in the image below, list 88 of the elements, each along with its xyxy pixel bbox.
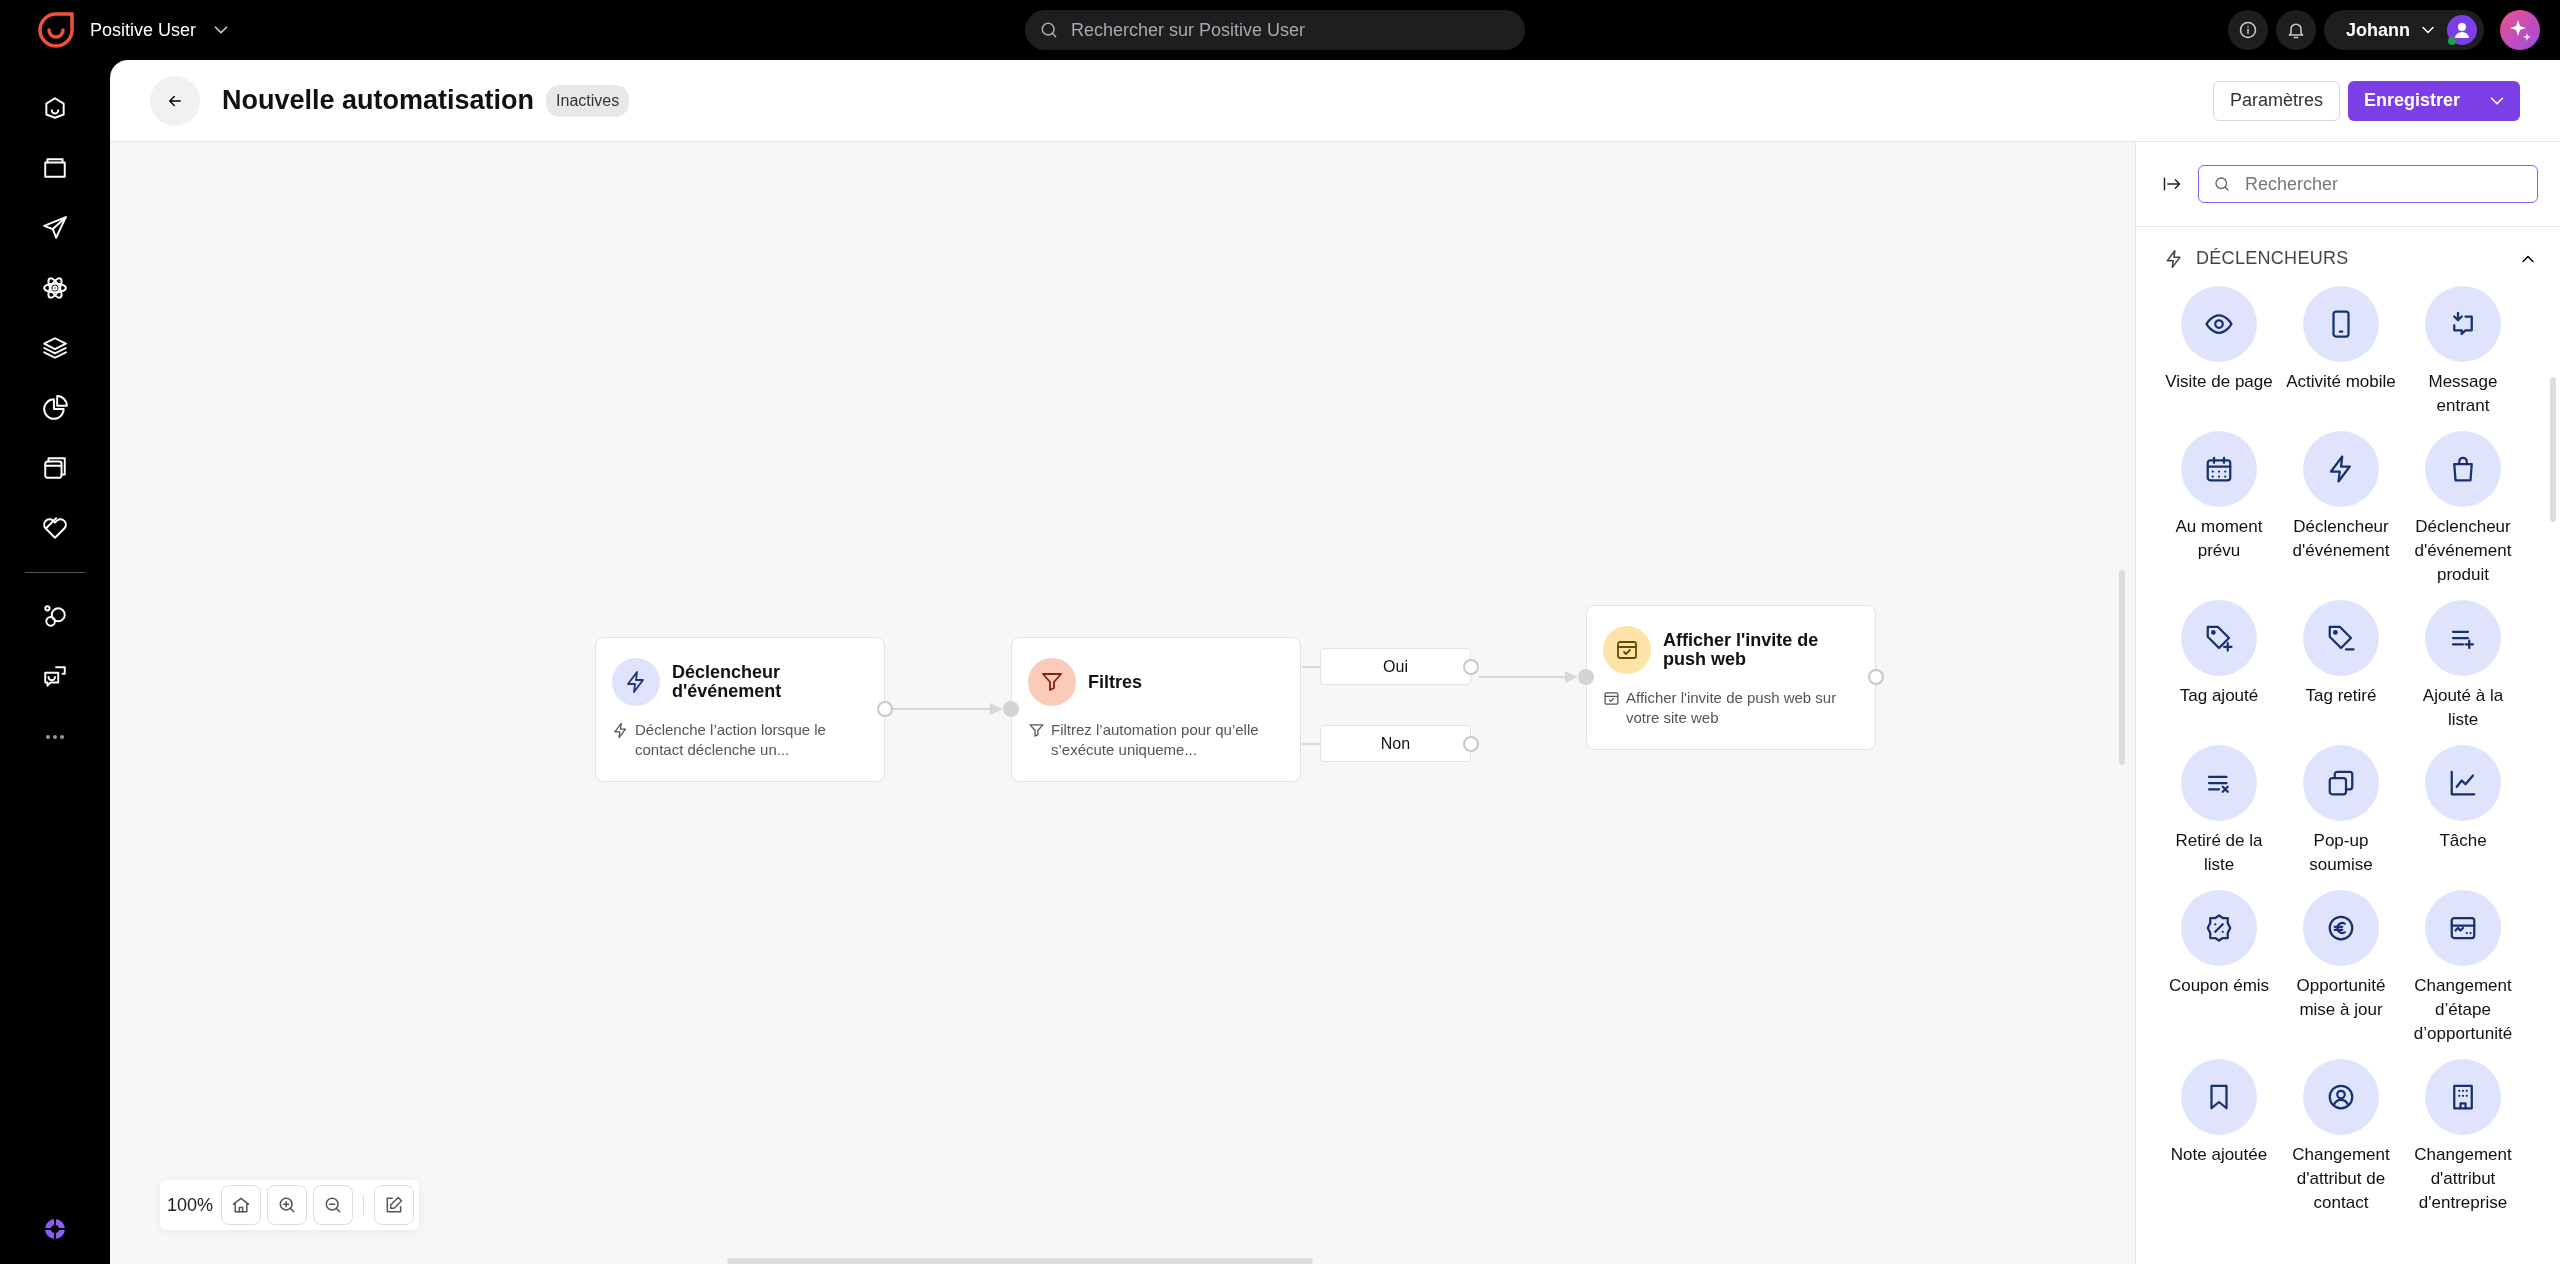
- paper-plane-icon: [42, 215, 68, 241]
- search-input[interactable]: Rechercher sur Positive User: [1069, 15, 1511, 45]
- trigger-item[interactable]: Tag retiré: [2280, 600, 2402, 732]
- node-description: Filtrez l’automation pour qu’elle s’exécute uniqueme...: [1051, 720, 1260, 761]
- avatar-icon: [2446, 14, 2478, 46]
- page-title: Nouvelle automatisation: [222, 84, 535, 118]
- lightning-icon: [612, 722, 629, 739]
- atom-icon: [42, 275, 68, 301]
- percent-badge-icon: [2204, 913, 2234, 943]
- workspace-name[interactable]: Positive User: [90, 16, 197, 44]
- node-title: Filtres: [1088, 672, 1143, 692]
- node-description: Déclenche l’action lorsque le contact déclenche un...: [635, 720, 827, 761]
- node-description: Afficher l'invite de push web sur votre site web: [1626, 688, 1838, 729]
- section-title: DÉCLENCHEURS: [2196, 247, 2349, 270]
- sparkle-icon[interactable]: [2500, 10, 2540, 50]
- user-circle-icon: [2326, 1082, 2356, 1112]
- workflow-node[interactable]: Déclencheur d'événement Déclenche l’action lorsque le contact déclenche un...: [595, 637, 885, 782]
- trigger-item[interactable]: Tag ajouté: [2158, 600, 2280, 732]
- trigger-item[interactable]: Déclencheur d'événement produit: [2402, 431, 2524, 587]
- workflow-node[interactable]: Filtres Filtrez l’automation pour qu’elle s’exécute uniqueme...: [1011, 637, 1301, 782]
- branch-label: Oui: [1320, 648, 1471, 685]
- calendar-window-icon: [1603, 690, 1620, 707]
- trigger-item[interactable]: Note ajoutée: [2158, 1059, 2280, 1215]
- pie-chart-icon: [42, 395, 68, 421]
- collapse-icon: [2162, 174, 2182, 194]
- status-badge: Inactives: [546, 84, 630, 117]
- more-icon: [45, 734, 65, 740]
- search-field[interactable]: Rechercher: [2198, 165, 2538, 203]
- trigger-item[interactable]: Au moment prévu: [2158, 431, 2280, 587]
- stacked-windows-icon: [2326, 768, 2356, 798]
- trigger-item[interactable]: Pop-up soumise: [2280, 745, 2402, 877]
- calendar-window-icon: [1615, 638, 1639, 662]
- home-icon: [42, 95, 68, 121]
- heart-icon: [42, 515, 68, 541]
- funnel-icon: [1040, 670, 1064, 694]
- input-port[interactable]: [1003, 701, 1019, 717]
- trigger-item[interactable]: Visite de page: [2158, 286, 2280, 418]
- euro-icon: [2326, 913, 2356, 943]
- edit-button[interactable]: [374, 1185, 415, 1225]
- trigger-item[interactable]: Changement d'attribut d'entreprise: [2402, 1059, 2524, 1215]
- settings-button[interactable]: Paramètres: [2212, 80, 2340, 121]
- trigger-item[interactable]: Message entrant: [2402, 286, 2524, 418]
- zoom-out-button[interactable]: [313, 1185, 354, 1225]
- logo-icon[interactable]: [36, 10, 76, 50]
- bubbles-icon: [42, 604, 68, 630]
- funnel-icon: [1028, 722, 1045, 739]
- calendar-icon: [2204, 454, 2234, 484]
- trigger-item[interactable]: Ajouté à la liste: [2402, 600, 2524, 732]
- layers-icon: [42, 335, 68, 361]
- info-icon: [2238, 20, 2258, 40]
- node-title: Déclencheur d'événement: [672, 663, 783, 701]
- edit-icon: [384, 1195, 405, 1215]
- tag-minus-icon: [2326, 623, 2356, 653]
- user-menu[interactable]: Johann: [2324, 10, 2484, 50]
- trigger-item[interactable]: Tâche: [2402, 745, 2524, 877]
- trigger-item[interactable]: Retiré de la liste: [2158, 745, 2280, 877]
- scrollbar[interactable]: [727, 1258, 1313, 1264]
- collapse-panel-button[interactable]: [2162, 174, 2182, 194]
- help-icon[interactable]: [44, 1218, 66, 1240]
- search-icon: [2213, 175, 2231, 193]
- fit-view-button[interactable]: [221, 1185, 262, 1225]
- save-button[interactable]: Enregistrer: [2347, 80, 2474, 121]
- trigger-item[interactable]: Changement d’étape d’opportunité: [2402, 890, 2524, 1046]
- trigger-item[interactable]: Changement d'attribut de contact: [2280, 1059, 2402, 1215]
- tag-plus-icon: [2204, 623, 2234, 653]
- windows-icon: [42, 455, 68, 481]
- node-title: Afficher l'invite de push web: [1663, 631, 1820, 669]
- zoom-level: 100%: [166, 1193, 215, 1217]
- lightning-icon: [2164, 248, 2184, 269]
- branch-label: Non: [1320, 725, 1471, 762]
- home-icon: [231, 1195, 252, 1215]
- line-chart-icon: [2448, 768, 2478, 798]
- zoom-in-button[interactable]: [267, 1185, 308, 1225]
- search-field[interactable]: Rechercher sur Positive User: [1025, 10, 1525, 50]
- scrollbar[interactable]: [2119, 570, 2125, 765]
- info-button[interactable]: [2228, 10, 2268, 50]
- input-port[interactable]: [1578, 669, 1594, 685]
- workflow-node[interactable]: Afficher l'invite de push web Afficher l'invite de push web sur votre site web: [1586, 605, 1876, 750]
- trigger-item[interactable]: Déclencheur d'événement: [2280, 431, 2402, 587]
- folder-icon: [42, 155, 68, 181]
- trigger-item[interactable]: Opportunité mise à jour: [2280, 890, 2402, 1046]
- save-options-button[interactable]: [2474, 80, 2520, 121]
- chat-icon: [42, 664, 68, 690]
- scrollbar[interactable]: [2550, 377, 2556, 522]
- search-icon: [1039, 20, 1059, 40]
- notifications-button[interactable]: [2276, 10, 2316, 50]
- trigger-item[interactable]: Coupon émis: [2158, 890, 2280, 1046]
- trigger-item[interactable]: Activité mobile: [2280, 286, 2402, 418]
